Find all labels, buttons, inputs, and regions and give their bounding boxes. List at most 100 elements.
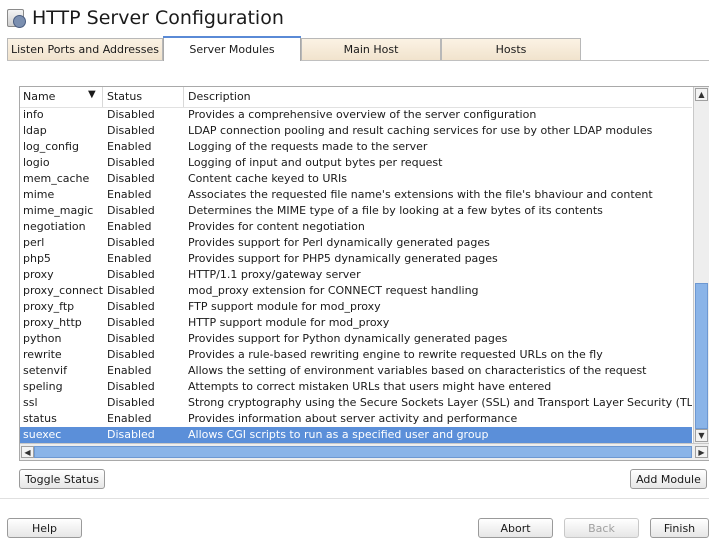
cell-description: HTTP/1.1 proxy/gateway server <box>188 268 361 281</box>
cell-description: FTP support module for mod_proxy <box>188 300 381 313</box>
vertical-scroll-thumb[interactable] <box>695 283 708 429</box>
column-header-name[interactable]: Name <box>23 90 55 103</box>
table-row[interactable]: logio Disabled Logging of input and output… <box>20 155 692 171</box>
table-row[interactable]: ssl Disabled Strong cryptography using the… <box>20 395 692 411</box>
horizontal-scroll-thumb[interactable] <box>34 446 692 458</box>
cell-description: Provides support for Python dynamically … <box>188 332 508 345</box>
table-row[interactable]: speling Disabled Attempts to correct mista… <box>20 379 692 395</box>
cell-status: Disabled <box>107 156 155 169</box>
arrow-right-icon[interactable]: ▶ <box>695 446 708 458</box>
cell-status: Disabled <box>107 300 155 313</box>
arrow-up-icon[interactable]: ▲ <box>695 88 708 101</box>
add-module-button[interactable]: Add Module <box>630 469 707 489</box>
cell-status: Disabled <box>107 396 155 409</box>
tab-divider <box>7 60 709 61</box>
cell-status: Disabled <box>107 204 155 217</box>
cell-description: Provides for content negotiation <box>188 220 365 233</box>
arrow-down-icon[interactable]: ▼ <box>695 429 708 442</box>
help-button[interactable]: Help <box>7 518 82 538</box>
table-header: Name ▼ Status Description <box>20 87 692 108</box>
cell-status: Enabled <box>107 412 152 425</box>
cell-status: Disabled <box>107 380 155 393</box>
table-row[interactable]: ldap Disabled LDAP connection pooling and … <box>20 123 692 139</box>
cell-status: Disabled <box>107 428 155 441</box>
cell-name: python <box>23 332 62 345</box>
cell-name: mem_cache <box>23 172 90 185</box>
toggle-status-button[interactable]: Toggle Status <box>19 469 105 489</box>
table-row[interactable]: rewrite Disabled Provides a rule-based rew… <box>20 347 692 363</box>
cell-name: proxy_connect <box>23 284 104 297</box>
cell-status: Disabled <box>107 284 155 297</box>
cell-name: logio <box>23 156 50 169</box>
cell-status: Enabled <box>107 140 152 153</box>
vertical-scrollbar[interactable]: ▲ ▼ <box>693 87 709 443</box>
column-header-status[interactable]: Status <box>107 90 142 103</box>
cell-name: proxy <box>23 268 54 281</box>
window-title: HTTP Server Configuration <box>32 7 284 29</box>
cell-status: Disabled <box>107 236 155 249</box>
cell-description: Allows CGI scripts to run as a specified… <box>188 428 489 441</box>
column-header-description[interactable]: Description <box>188 90 251 103</box>
footer-divider <box>0 498 709 499</box>
cell-status: Enabled <box>107 364 152 377</box>
cell-description: Provides support for Perl dynamically ge… <box>188 236 490 249</box>
chevron-down-icon[interactable]: ▼ <box>88 89 96 100</box>
cell-name: log_config <box>23 140 79 153</box>
abort-button[interactable]: Abort <box>478 518 553 538</box>
table-row[interactable]: suexec Disabled Allows CGI scripts to run … <box>20 427 692 443</box>
cell-description: Provides support for PHP5 dynamically ge… <box>188 252 498 265</box>
cell-name: speling <box>23 380 63 393</box>
cell-name: mime <box>23 188 55 201</box>
cell-description: Provides a rule-based rewriting engine t… <box>188 348 603 361</box>
table-row[interactable]: negotiation Enabled Provides for content n… <box>20 219 692 235</box>
cell-status: Enabled <box>107 252 152 265</box>
table-row[interactable]: setenvif Enabled Allows the setting of env… <box>20 363 692 379</box>
tab-listen-ports[interactable]: Listen Ports and Addresses <box>7 38 163 60</box>
cell-description: HTTP support module for mod_proxy <box>188 316 390 329</box>
cell-description: Provides a comprehensive overview of the… <box>188 108 537 121</box>
cell-description: Allows the setting of environment variab… <box>188 364 647 377</box>
table-row[interactable]: status Enabled Provides information about … <box>20 411 692 427</box>
cell-name: info <box>23 108 44 121</box>
cell-description: mod_proxy extension for CONNECT request … <box>188 284 479 297</box>
cell-name: status <box>23 412 57 425</box>
cell-status: Disabled <box>107 108 155 121</box>
cell-name: rewrite <box>23 348 62 361</box>
table-row[interactable]: mem_cache Disabled Content cache keyed to … <box>20 171 692 187</box>
table-row[interactable]: proxy_ftp Disabled FTP support module for … <box>20 299 692 315</box>
back-button[interactable]: Back <box>564 518 639 538</box>
cell-name: proxy_ftp <box>23 300 75 313</box>
cell-name: negotiation <box>23 220 86 233</box>
cell-status: Disabled <box>107 172 155 185</box>
cell-status: Enabled <box>107 188 152 201</box>
cell-status: Disabled <box>107 332 155 345</box>
arrow-left-icon[interactable]: ◀ <box>21 446 34 458</box>
horizontal-scrollbar[interactable]: ◀ ▶ <box>20 443 709 460</box>
cell-description: Attempts to correct mistaken URLs that u… <box>188 380 552 393</box>
cell-name: ssl <box>23 396 38 409</box>
cell-description: Associates the requested file name's ext… <box>188 188 653 201</box>
table-row[interactable]: info Disabled Provides a comprehensive ove… <box>20 107 692 123</box>
table-row[interactable]: perl Disabled Provides support for Perl dy… <box>20 235 692 251</box>
tab-server-modules[interactable]: Server Modules <box>163 36 301 61</box>
table-row[interactable]: proxy_http Disabled HTTP support module fo… <box>20 315 692 331</box>
cell-name: setenvif <box>23 364 67 377</box>
tab-main-host[interactable]: Main Host <box>301 38 441 60</box>
table-row[interactable]: mime Enabled Associates the requested file… <box>20 187 692 203</box>
table-row[interactable]: mime_magic Disabled Determines the MIME ty… <box>20 203 692 219</box>
cell-description: Strong cryptography using the Secure Soc… <box>188 396 692 409</box>
server-config-icon <box>6 8 26 28</box>
table-body: info Disabled Provides a comprehensive ove… <box>20 107 692 443</box>
table-row[interactable]: php5 Enabled Provides support for PHP5 dyn… <box>20 251 692 267</box>
table-row[interactable]: proxy_connect Disabled mod_proxy extension… <box>20 283 692 299</box>
table-row[interactable]: log_config Enabled Logging of the requests… <box>20 139 692 155</box>
table-row[interactable]: proxy Disabled HTTP/1.1 proxy/gateway serv… <box>20 267 692 283</box>
finish-button[interactable]: Finish <box>650 518 709 538</box>
modules-table[interactable]: Name ▼ Status Description info Disabled Pr… <box>19 86 709 461</box>
cell-description: Content cache keyed to URIs <box>188 172 348 185</box>
cell-name: php5 <box>23 252 51 265</box>
cell-name: ldap <box>23 124 47 137</box>
cell-name: mime_magic <box>23 204 94 217</box>
table-row[interactable]: python Disabled Provides support for Pytho… <box>20 331 692 347</box>
tab-hosts[interactable]: Hosts <box>441 38 581 60</box>
